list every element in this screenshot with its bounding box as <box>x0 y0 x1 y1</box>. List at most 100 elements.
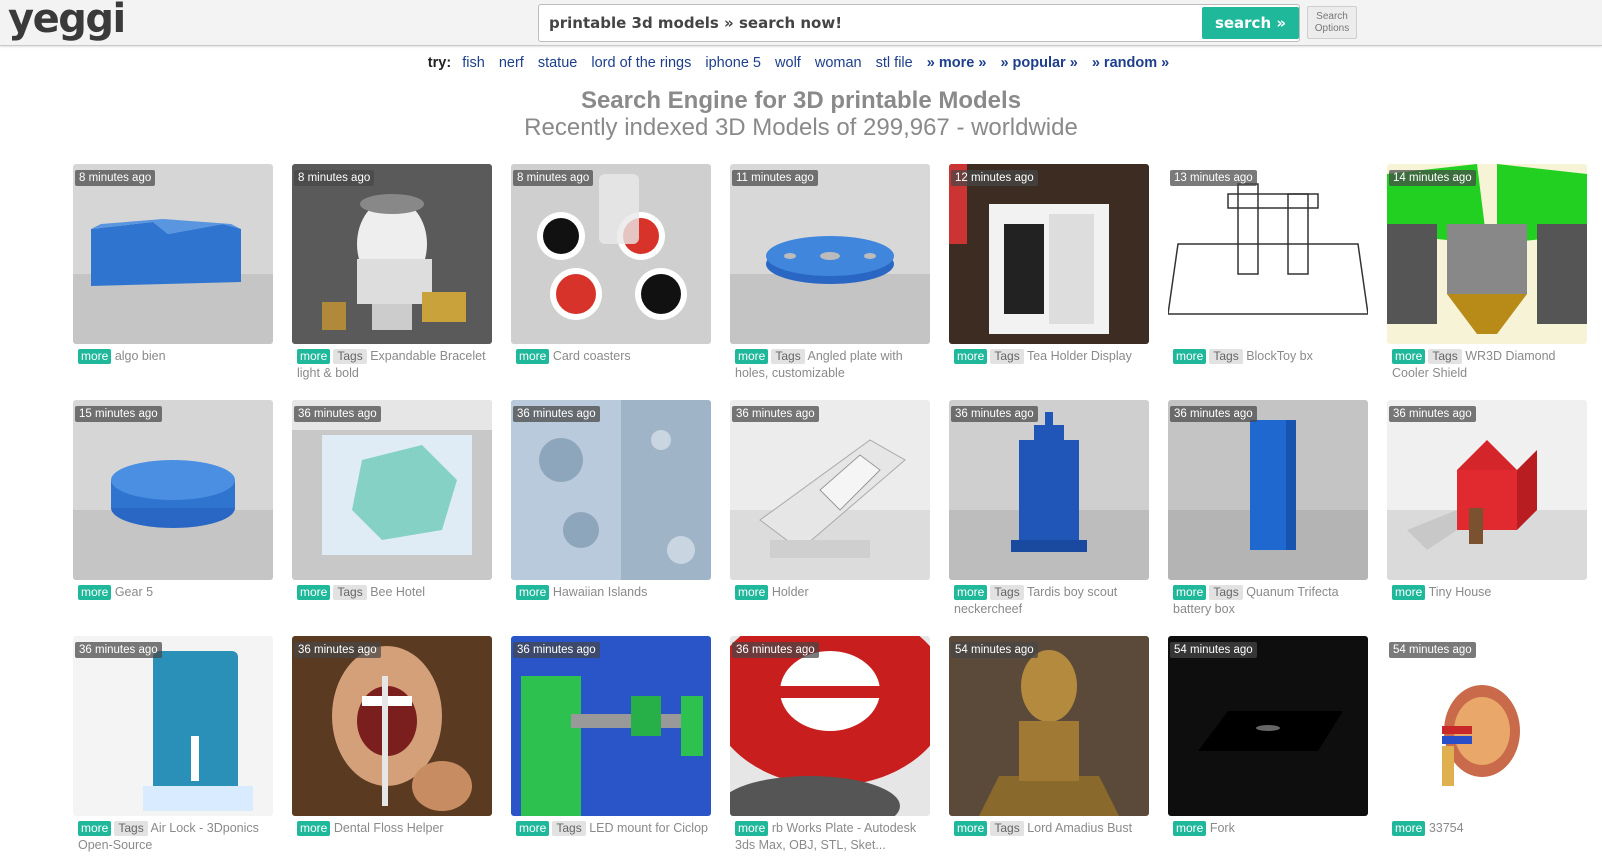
more-badge[interactable]: more <box>735 585 769 600</box>
more-badge[interactable]: more <box>1392 821 1426 836</box>
more-badge[interactable]: more <box>735 821 769 836</box>
tags-badge[interactable]: Tags <box>1428 349 1462 364</box>
model-thumbnail[interactable]: 15 minutes ago <box>73 400 273 580</box>
more-badge[interactable]: more <box>954 585 988 600</box>
more-badge[interactable]: more <box>954 349 988 364</box>
model-card[interactable]: 54 minutes ago more Fork <box>1168 636 1368 836</box>
model-title[interactable]: Tiny House <box>1429 585 1492 599</box>
model-thumbnail[interactable]: 8 minutes ago <box>511 164 711 344</box>
model-card[interactable]: 14 minutes ago more Tags WR3D Diamond Cool… <box>1387 164 1587 380</box>
model-thumbnail[interactable]: 8 minutes ago <box>292 164 492 344</box>
tags-badge[interactable]: Tags <box>333 585 367 600</box>
more-badge[interactable]: more <box>78 349 112 364</box>
model-thumbnail[interactable]: 36 minutes ago <box>511 400 711 580</box>
model-card[interactable]: 15 minutes ago more Gear 5 <box>73 400 273 600</box>
tags-badge[interactable]: Tags <box>333 349 367 364</box>
model-thumbnail[interactable]: 36 minutes ago <box>292 400 492 580</box>
more-badge[interactable]: more <box>297 349 331 364</box>
model-title[interactable]: Lord Amadius Bust <box>1027 821 1132 835</box>
model-title[interactable]: 33754 <box>1429 821 1464 835</box>
more-badge[interactable]: more <box>516 821 550 836</box>
model-card[interactable]: 54 minutes ago more 33754 <box>1387 636 1587 836</box>
model-thumbnail[interactable]: 8 minutes ago <box>73 164 273 344</box>
model-title[interactable]: Holder <box>772 585 809 599</box>
more-badge[interactable]: more <box>1173 821 1207 836</box>
model-thumbnail[interactable]: 11 minutes ago <box>730 164 930 344</box>
model-thumbnail[interactable]: 54 minutes ago <box>1387 636 1587 816</box>
tags-badge[interactable]: Tags <box>1209 585 1243 600</box>
tags-badge[interactable]: Tags <box>1209 349 1243 364</box>
try-link-statue[interactable]: statue <box>538 55 578 71</box>
model-card[interactable]: 12 minutes ago more Tags Tea Holder Displa… <box>949 164 1149 364</box>
model-thumbnail[interactable]: 36 minutes ago <box>511 636 711 816</box>
random-link[interactable]: » random » <box>1092 55 1169 71</box>
model-title[interactable]: Tea Holder Display <box>1027 349 1132 363</box>
model-card[interactable]: 36 minutes ago more Hawaiian Islands <box>511 400 711 600</box>
model-card[interactable]: 36 minutes ago more Tags Bee Hotel <box>292 400 492 600</box>
model-card[interactable]: 36 minutes ago more Tags Air Lock - 3Dponi… <box>73 636 273 852</box>
site-logo[interactable]: yeggi <box>8 0 126 42</box>
model-card[interactable]: 54 minutes ago more Tags Lord Amadius Bust <box>949 636 1149 836</box>
model-thumbnail[interactable]: 12 minutes ago <box>949 164 1149 344</box>
model-title[interactable]: Bee Hotel <box>370 585 425 599</box>
tags-badge[interactable]: Tags <box>771 349 805 364</box>
try-link-lord-of-the-rings[interactable]: lord of the rings <box>591 55 691 71</box>
model-card[interactable]: 36 minutes ago more Tiny House <box>1387 400 1587 600</box>
tags-badge[interactable]: Tags <box>990 821 1024 836</box>
more-badge[interactable]: more <box>1392 585 1426 600</box>
model-title[interactable]: Dental Floss Helper <box>334 821 444 835</box>
model-thumbnail[interactable]: 36 minutes ago <box>730 400 930 580</box>
try-link-nerf[interactable]: nerf <box>499 55 524 71</box>
model-card[interactable]: 36 minutes ago more Holder <box>730 400 930 600</box>
more-badge[interactable]: more <box>1392 349 1426 364</box>
more-badge[interactable]: more <box>516 349 550 364</box>
more-badge[interactable]: more <box>78 821 112 836</box>
more-badge[interactable]: more <box>1173 349 1207 364</box>
model-thumbnail[interactable]: 54 minutes ago <box>949 636 1149 816</box>
model-card[interactable]: 8 minutes ago more Tags Expandable Bracele… <box>292 164 492 380</box>
model-thumbnail[interactable]: 13 minutes ago <box>1168 164 1368 344</box>
more-badge[interactable]: more <box>516 585 550 600</box>
model-card[interactable]: 36 minutes ago more rb Works Plate - Auto… <box>730 636 930 852</box>
tags-badge[interactable]: Tags <box>990 585 1024 600</box>
model-thumbnail[interactable]: 36 minutes ago <box>1387 400 1587 580</box>
more-badge[interactable]: more <box>1173 585 1207 600</box>
more-badge[interactable]: more <box>297 585 331 600</box>
model-card[interactable]: 8 minutes ago more algo bien <box>73 164 273 364</box>
search-input[interactable] <box>539 5 1199 41</box>
popular-link[interactable]: » popular » <box>1000 55 1077 71</box>
model-thumbnail[interactable]: 36 minutes ago <box>73 636 273 816</box>
model-thumbnail[interactable]: 36 minutes ago <box>1168 400 1368 580</box>
more-badge[interactable]: more <box>78 585 112 600</box>
model-thumbnail[interactable]: 36 minutes ago <box>949 400 1149 580</box>
model-card[interactable]: 8 minutes ago more Card coasters <box>511 164 711 364</box>
model-title[interactable]: Gear 5 <box>115 585 153 599</box>
model-thumbnail[interactable]: 36 minutes ago <box>292 636 492 816</box>
search-options-button[interactable]: Search Options <box>1307 6 1357 39</box>
more-badge[interactable]: more <box>954 821 988 836</box>
try-link-wolf[interactable]: wolf <box>775 55 801 71</box>
model-title[interactable]: Hawaiian Islands <box>553 585 648 599</box>
model-thumbnail[interactable]: 54 minutes ago <box>1168 636 1368 816</box>
more-link[interactable]: » more » <box>927 55 987 71</box>
model-card[interactable]: 36 minutes ago more Tags Quanum Trifecta b… <box>1168 400 1368 616</box>
more-badge[interactable]: more <box>297 821 331 836</box>
model-thumbnail[interactable]: 14 minutes ago <box>1387 164 1587 344</box>
model-title[interactable]: Card coasters <box>553 349 631 363</box>
tags-badge[interactable]: Tags <box>552 821 586 836</box>
model-title[interactable]: BlockToy bx <box>1246 349 1313 363</box>
model-thumbnail[interactable]: 36 minutes ago <box>730 636 930 816</box>
try-link-stl-file[interactable]: stl file <box>876 55 913 71</box>
model-card[interactable]: 36 minutes ago more Dental Floss Helper <box>292 636 492 836</box>
try-link-fish[interactable]: fish <box>462 55 485 71</box>
model-title[interactable]: algo bien <box>115 349 166 363</box>
tags-badge[interactable]: Tags <box>114 821 148 836</box>
model-title[interactable]: Fork <box>1210 821 1235 835</box>
model-card[interactable]: 13 minutes ago more Tags BlockToy bx <box>1168 164 1368 364</box>
try-link-woman[interactable]: woman <box>815 55 862 71</box>
model-card[interactable]: 36 minutes ago more Tags Tardis boy scout … <box>949 400 1149 616</box>
model-title[interactable]: LED mount for Ciclop <box>589 821 708 835</box>
search-button[interactable]: search » <box>1202 7 1299 39</box>
model-card[interactable]: 11 minutes ago more Tags Angled plate with… <box>730 164 930 380</box>
model-card[interactable]: 36 minutes ago more Tags LED mount for Cic… <box>511 636 711 836</box>
